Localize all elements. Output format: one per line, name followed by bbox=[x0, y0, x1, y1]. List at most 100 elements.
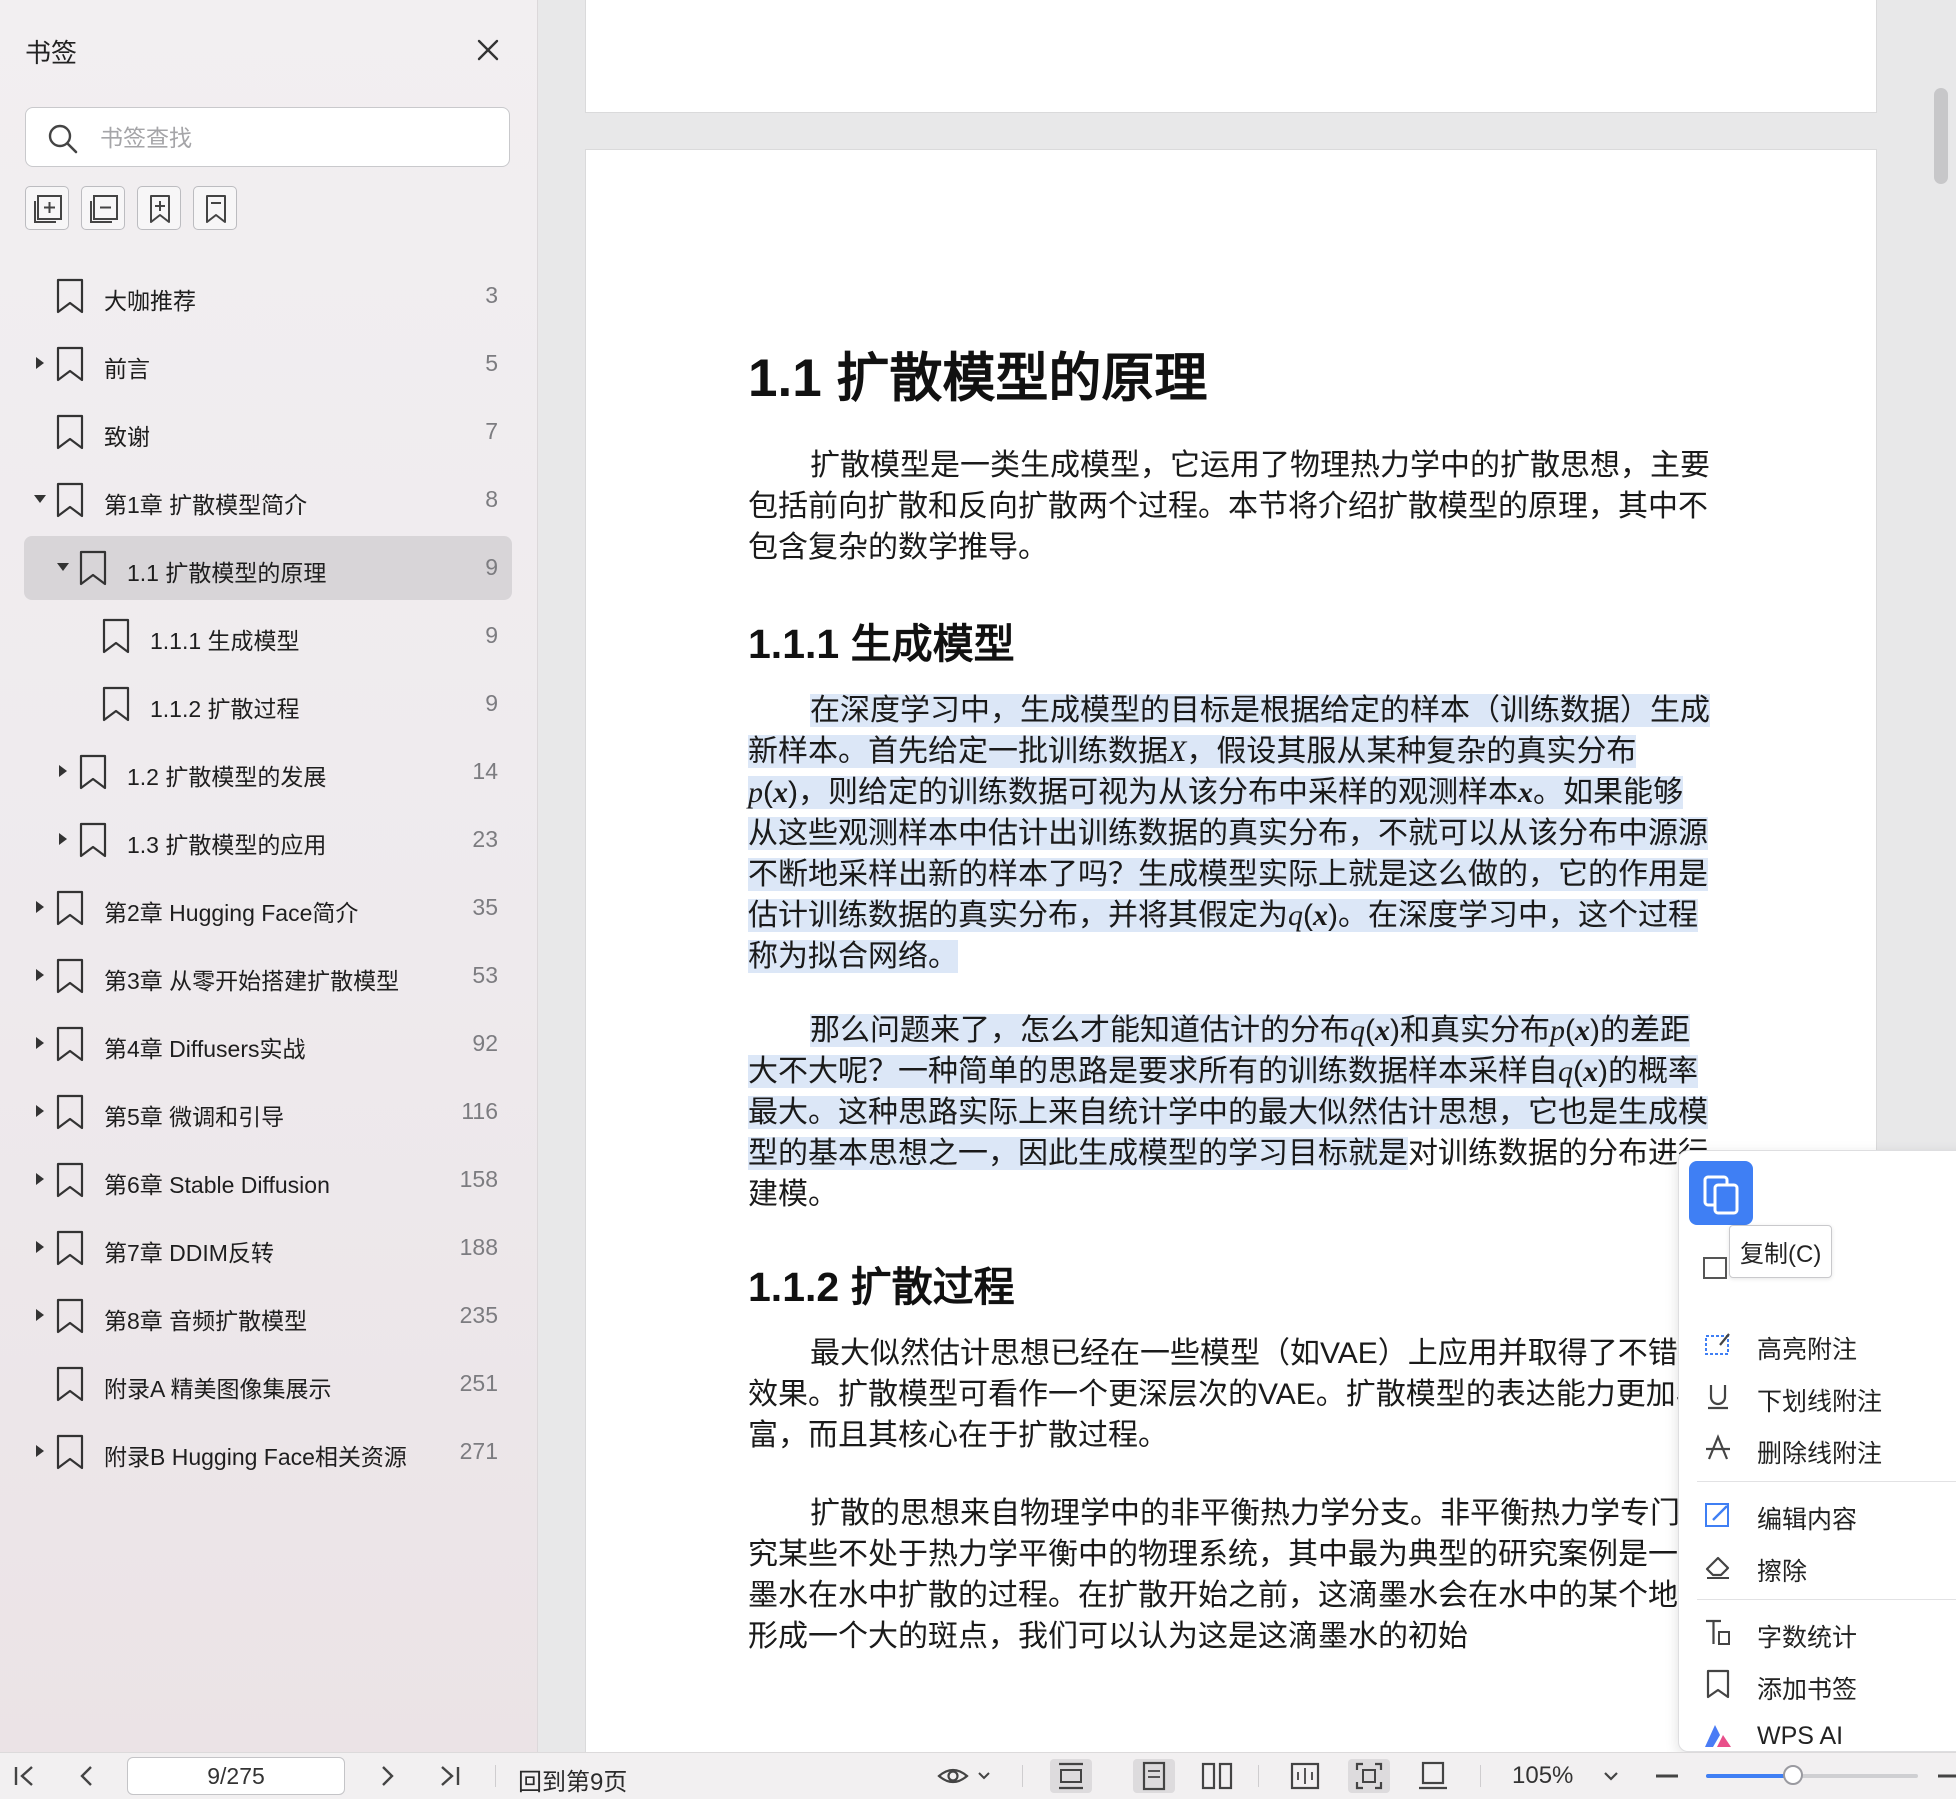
bookmark-item[interactable]: 第4章 Diffusers实战 92 bbox=[24, 1012, 512, 1076]
expand-all-icon[interactable] bbox=[25, 186, 69, 230]
close-icon[interactable] bbox=[470, 32, 506, 68]
fullscreen-icon[interactable] bbox=[1348, 1759, 1390, 1793]
bookmark-item[interactable]: 大咖推荐 3 bbox=[24, 264, 512, 328]
bookmark-item[interactable]: 第5章 微调和引导 116 bbox=[24, 1080, 512, 1144]
add-bookmark-item[interactable]: 添加书签 bbox=[1689, 1659, 1956, 1709]
bookmark-icon bbox=[56, 1230, 84, 1266]
zoom-in-icon[interactable] bbox=[1936, 1759, 1956, 1793]
bookmark-label: 大咖推荐 bbox=[104, 288, 196, 314]
bookmark-icon bbox=[79, 550, 107, 586]
first-page-icon[interactable] bbox=[10, 1759, 40, 1793]
edit-content-item[interactable]: 编辑内容 bbox=[1689, 1489, 1956, 1539]
bookmark-label: 附录B Hugging Face相关资源 bbox=[104, 1444, 407, 1470]
back-to-page-link[interactable]: 回到第9页 bbox=[518, 1762, 627, 1797]
bookmark-page-number: 9 bbox=[485, 622, 498, 648]
two-page-icon[interactable] bbox=[1196, 1759, 1238, 1793]
add-child-bookmark-icon[interactable] bbox=[137, 186, 181, 230]
bookmark-icon bbox=[56, 958, 84, 994]
bookmark-item[interactable]: 第7章 DDIM反转 188 bbox=[24, 1216, 512, 1280]
caret-right-icon[interactable] bbox=[55, 763, 71, 779]
bookmark-item[interactable]: 第2章 Hugging Face简介 35 bbox=[24, 876, 512, 940]
bookmark-page-number: 9 bbox=[485, 690, 498, 716]
status-bar: 回到第9页 105% bbox=[0, 1752, 1956, 1799]
paragraph-generative-model[interactable]: 在深度学习中，生成模型的目标是根据给定的样本（训练数据）生成新样本。首先给定一批… bbox=[748, 690, 1712, 977]
vertical-scrollbar[interactable] bbox=[1934, 88, 1948, 184]
bookmark-page-number: 92 bbox=[472, 1030, 498, 1056]
bookmark-item[interactable]: 1.1.2 扩散过程 9 bbox=[24, 672, 512, 736]
caret-right-icon[interactable] bbox=[32, 1443, 48, 1459]
zoom-level[interactable]: 105% bbox=[1512, 1762, 1573, 1790]
caret-right-icon[interactable] bbox=[32, 1239, 48, 1255]
bookmark-page-number: 7 bbox=[485, 418, 498, 444]
bookmark-page-number: 23 bbox=[472, 826, 498, 852]
edit-content-icon bbox=[1705, 1503, 1729, 1527]
wps-ai-icon bbox=[1705, 1725, 1731, 1747]
bookmark-item[interactable]: 第3章 从零开始搭建扩散模型 53 bbox=[24, 944, 512, 1008]
highlight-note-item[interactable]: 高亮附注 bbox=[1689, 1319, 1956, 1369]
bookmark-label: 第4章 Diffusers实战 bbox=[104, 1036, 306, 1062]
page-number-input[interactable] bbox=[127, 1757, 345, 1795]
strikethrough-note-icon bbox=[1706, 1434, 1730, 1460]
zoom-out-icon[interactable] bbox=[1652, 1759, 1682, 1793]
add-bookmark-icon[interactable] bbox=[193, 186, 237, 230]
bookmark-item[interactable]: 1.3 扩散模型的应用 23 bbox=[24, 808, 512, 872]
copy-button[interactable] bbox=[1689, 1161, 1753, 1225]
bookmark-item[interactable]: 第8章 音频扩散模型 235 bbox=[24, 1284, 512, 1348]
caret-right-icon[interactable] bbox=[32, 899, 48, 915]
underline-note-item[interactable]: 下划线附注 bbox=[1689, 1371, 1956, 1421]
bookmark-icon bbox=[56, 482, 84, 518]
caret-down-icon[interactable] bbox=[55, 559, 71, 575]
bookmark-search-input[interactable] bbox=[98, 118, 492, 158]
bookmark-label: 致谢 bbox=[104, 424, 150, 450]
previous-page bbox=[586, 0, 1876, 112]
bookmark-label: 1.1.1 生成模型 bbox=[150, 628, 300, 654]
bookmark-item[interactable]: 第6章 Stable Diffusion 158 bbox=[24, 1148, 512, 1212]
bookmark-item[interactable]: 致谢 7 bbox=[24, 400, 512, 464]
paragraph-maximum-likelihood[interactable]: 那么问题来了，怎么才能知道估计的分布q(x)和真实分布p(x)的差距大不大呢？一… bbox=[748, 1010, 1712, 1215]
bookmark-item[interactable]: 附录A 精美图像集展示 251 bbox=[24, 1352, 512, 1416]
caret-right-icon[interactable] bbox=[32, 1103, 48, 1119]
bookmark-icon bbox=[102, 618, 130, 654]
caret-right-icon[interactable] bbox=[32, 355, 48, 371]
bookmark-item[interactable]: 1.2 扩散模型的发展 14 bbox=[24, 740, 512, 804]
paste-icon[interactable] bbox=[1701, 1253, 1731, 1283]
bookmark-panel: 书签 大咖推荐3前言5致谢7第1章 扩散模型简介81.1 扩散模型的原理91.1… bbox=[0, 0, 538, 1752]
bookmark-label: 1.1 扩散模型的原理 bbox=[127, 560, 327, 586]
caret-right-icon[interactable] bbox=[32, 1035, 48, 1051]
bookmark-page-number: 251 bbox=[459, 1370, 498, 1396]
zoom-slider[interactable] bbox=[1706, 1765, 1918, 1785]
strikethrough-note-item[interactable]: 删除线附注 bbox=[1689, 1423, 1956, 1473]
zoom-dropdown-icon[interactable] bbox=[1596, 1759, 1626, 1793]
bookmark-label: 第1章 扩散模型简介 bbox=[104, 492, 308, 518]
last-page-icon[interactable] bbox=[434, 1759, 464, 1793]
previous-page-icon[interactable] bbox=[72, 1759, 102, 1793]
caret-right-icon[interactable] bbox=[32, 967, 48, 983]
eraser-item[interactable]: 擦除 bbox=[1689, 1541, 1956, 1591]
bookmark-page-number: 5 bbox=[485, 350, 498, 376]
bookmark-item[interactable]: 1.1 扩散模型的原理 9 bbox=[24, 536, 512, 600]
bookmark-item[interactable]: 第1章 扩散模型简介 8 bbox=[24, 468, 512, 532]
caret-down-icon[interactable] bbox=[32, 491, 48, 507]
single-page-icon[interactable] bbox=[1133, 1759, 1175, 1793]
caret-right-icon[interactable] bbox=[32, 1171, 48, 1187]
bookmark-item[interactable]: 附录B Hugging Face相关资源 271 bbox=[24, 1420, 512, 1484]
caret-right-icon[interactable] bbox=[55, 831, 71, 847]
page-rotate-icon[interactable] bbox=[1412, 1759, 1454, 1793]
fit-width-icon[interactable] bbox=[1050, 1759, 1092, 1793]
book-mode-icon[interactable] bbox=[1284, 1759, 1326, 1793]
collapse-all-icon[interactable] bbox=[81, 186, 125, 230]
bookmark-item[interactable]: 前言 5 bbox=[24, 332, 512, 396]
bookmark-label: 1.1.2 扩散过程 bbox=[150, 696, 300, 722]
bookmark-page-number: 53 bbox=[472, 962, 498, 988]
word-count-item[interactable]: 字数统计 bbox=[1689, 1607, 1956, 1657]
bookmark-icon bbox=[79, 754, 107, 790]
zoom-slider-handle[interactable] bbox=[1782, 1765, 1803, 1785]
eye-protection-icon[interactable] bbox=[936, 1759, 998, 1793]
bookmark-label: 第8章 音频扩散模型 bbox=[104, 1308, 308, 1334]
bookmark-item[interactable]: 1.1.1 生成模型 9 bbox=[24, 604, 512, 668]
caret-right-icon[interactable] bbox=[32, 1307, 48, 1323]
bookmark-search-box[interactable] bbox=[25, 107, 510, 167]
eraser-icon bbox=[1705, 1556, 1730, 1579]
next-page-icon[interactable] bbox=[372, 1759, 402, 1793]
bookmark-page-number: 35 bbox=[472, 894, 498, 920]
